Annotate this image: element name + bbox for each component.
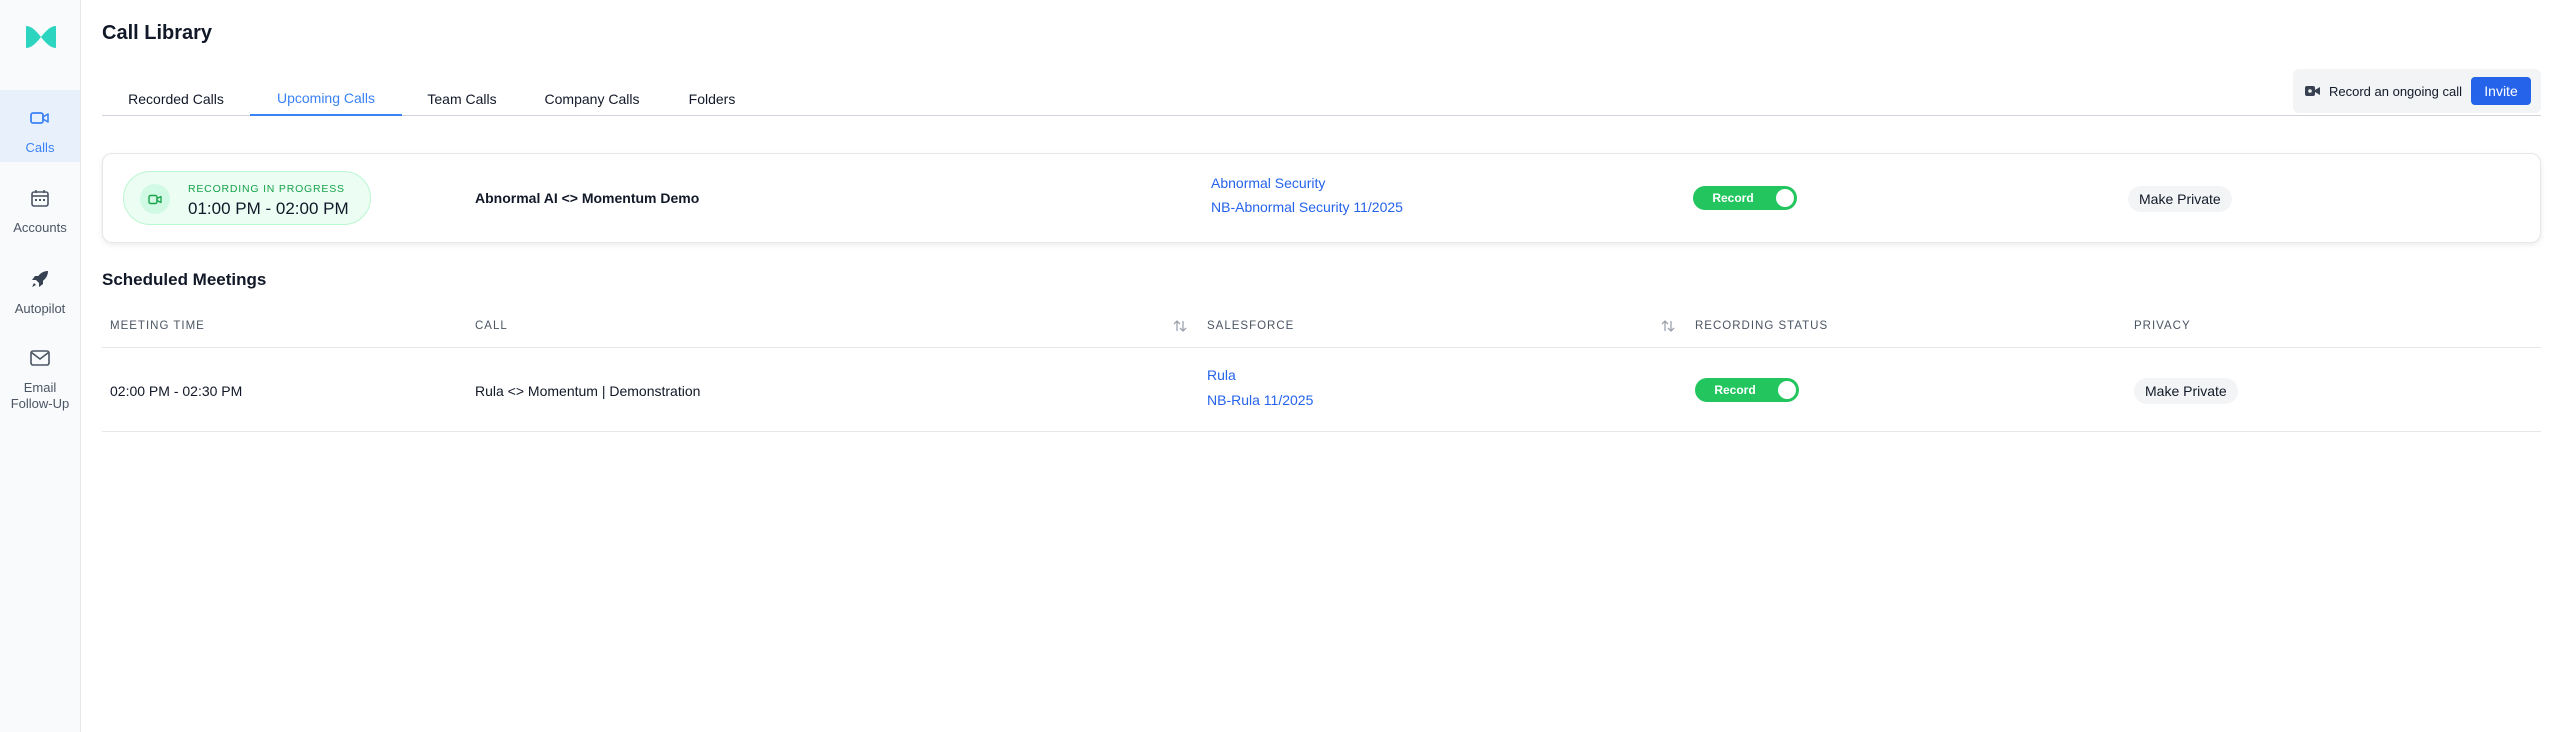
header-meeting-time: MEETING TIME: [110, 320, 205, 332]
mail-icon: [22, 340, 58, 376]
table-header: MEETING TIME CALL SALESFORCE RECORDING S…: [102, 310, 2541, 348]
header-recording-status: RECORDING STATUS: [1695, 320, 1829, 332]
tab-upcoming-calls[interactable]: Upcoming Calls: [250, 82, 402, 116]
tab-folders[interactable]: Folders: [662, 82, 762, 116]
salesforce-account-link[interactable]: Rula: [1207, 367, 1236, 383]
toggle-knob: [1778, 381, 1796, 399]
live-call-time: 01:00 PM - 02:00 PM: [188, 199, 349, 218]
sidebar-item-label: Autopilot: [14, 301, 66, 316]
sidebar-item-calls[interactable]: Calls: [0, 90, 80, 162]
header-call: CALL: [475, 320, 508, 332]
record-ongoing-call-button[interactable]: Record an ongoing call: [2305, 82, 2462, 100]
toggle-knob: [1776, 189, 1794, 207]
sidebar-item-label: Accounts: [13, 220, 67, 235]
sidebar-item-label: Email Follow-Up: [10, 380, 70, 411]
video-icon: [140, 184, 170, 214]
header-privacy: PRIVACY: [2134, 320, 2191, 332]
sidebar-item-email-follow-up[interactable]: Email Follow-Up: [0, 340, 80, 420]
record-toggle[interactable]: Record: [1693, 186, 1797, 210]
salesforce-opportunity-link[interactable]: NB-Abnormal Security 11/2025: [1211, 199, 1403, 215]
make-private-button[interactable]: Make Private: [2134, 378, 2238, 404]
sort-icon[interactable]: [1172, 319, 1188, 333]
sidebar-item-label: Calls: [25, 140, 55, 155]
recording-status-pill: RECORDING IN PROGRESS 01:00 PM - 02:00 P…: [123, 171, 371, 225]
header-actions: Record an ongoing call Invite: [2293, 69, 2541, 113]
page-title: Call Library: [102, 22, 213, 44]
video-icon: [22, 100, 58, 136]
salesforce-opportunity-link[interactable]: NB-Rula 11/2025: [1207, 392, 1313, 408]
table-row[interactable]: 02:00 PM - 02:30 PM Rula <> Momentum | D…: [102, 348, 2541, 432]
make-private-button[interactable]: Make Private: [2128, 186, 2232, 212]
tab-recorded-calls[interactable]: Recorded Calls: [102, 82, 250, 116]
section-title: Scheduled Meetings: [102, 270, 267, 289]
rocket-icon: [22, 261, 58, 297]
meeting-time: 02:00 PM - 02:30 PM: [110, 383, 243, 399]
tab-company-calls[interactable]: Company Calls: [522, 82, 662, 116]
header-salesforce: SALESFORCE: [1207, 320, 1295, 332]
recording-status-text: RECORDING IN PROGRESS: [188, 183, 345, 195]
calendar-icon: [22, 180, 58, 216]
record-ongoing-call-label: Record an ongoing call: [2329, 83, 2462, 99]
sort-icon[interactable]: [1660, 319, 1676, 333]
live-call-title[interactable]: Abnormal AI <> Momentum Demo: [475, 190, 699, 206]
video-record-icon: [2305, 86, 2320, 96]
record-toggle-label: Record: [1714, 383, 1756, 397]
momentum-logo-icon[interactable]: [24, 24, 58, 50]
sidebar: Calls Accounts Autopilot Email Follow-Up: [0, 0, 81, 732]
sidebar-item-accounts[interactable]: Accounts: [0, 180, 80, 244]
call-title[interactable]: Rula <> Momentum | Demonstration: [475, 383, 700, 399]
record-toggle-label: Record: [1712, 191, 1754, 205]
record-toggle[interactable]: Record: [1695, 378, 1799, 402]
live-call-card: RECORDING IN PROGRESS 01:00 PM - 02:00 P…: [102, 153, 2541, 243]
sidebar-item-autopilot[interactable]: Autopilot: [0, 261, 80, 325]
tab-bar: Recorded Calls Upcoming Calls Team Calls…: [102, 82, 2541, 116]
salesforce-account-link[interactable]: Abnormal Security: [1211, 175, 1325, 191]
invite-button[interactable]: Invite: [2471, 77, 2531, 105]
tab-team-calls[interactable]: Team Calls: [402, 82, 522, 116]
